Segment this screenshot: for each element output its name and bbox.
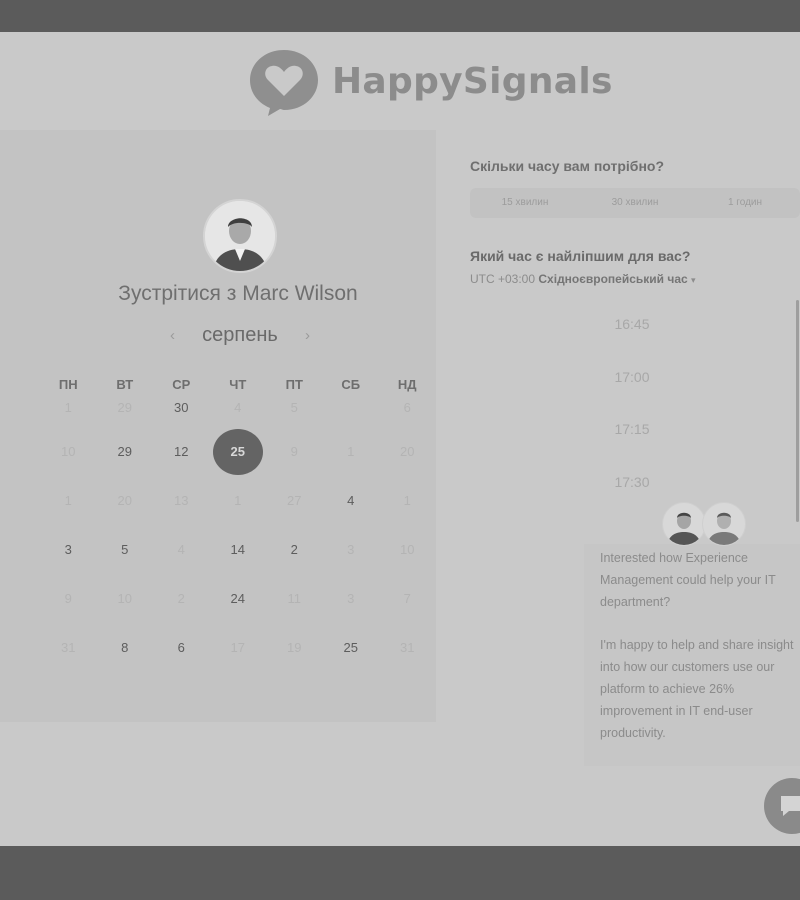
person-icon <box>707 512 741 545</box>
host-avatar <box>203 199 277 273</box>
calendar-day: 29 <box>117 400 132 415</box>
calendar-day <box>323 385 380 431</box>
time-slot[interactable]: 17:30 <box>560 462 704 502</box>
scrollbar[interactable] <box>796 300 799 522</box>
calendar-day: 1 <box>234 492 242 508</box>
calendar-day-selected[interactable]: 25 <box>210 428 267 475</box>
calendar-day[interactable]: 24 <box>210 576 267 622</box>
calendar-day: 1 <box>64 400 72 415</box>
calendar-week-row: 31 8 6 17 19 25 31 <box>40 623 436 672</box>
calendar-day[interactable]: 14 <box>210 527 267 573</box>
calendar-day: 20 <box>117 492 132 508</box>
person-icon <box>205 201 275 271</box>
calendar-day: 20 <box>400 443 415 459</box>
calendar-day: 2 <box>177 590 185 606</box>
chevron-down-icon: ▾ <box>691 275 696 285</box>
calendar-day: 5 <box>290 400 298 415</box>
calendar-day[interactable]: 12 <box>153 429 210 475</box>
calendar-day[interactable]: 8 <box>97 625 154 671</box>
person-icon <box>667 512 701 545</box>
prev-month-button[interactable]: ‹ <box>170 327 175 344</box>
calendar-day: 27 <box>287 492 302 508</box>
current-month: серпень <box>202 324 278 346</box>
calendar-day[interactable]: 6 <box>153 625 210 671</box>
calendar-day: 3 <box>347 541 355 557</box>
timezone-offset: UTC +03:00 <box>470 272 536 286</box>
duration-option-30[interactable]: 30 хвилин <box>580 188 690 218</box>
time-slot[interactable]: 17:00 <box>560 357 704 397</box>
calendar-day: 7 <box>403 590 411 606</box>
calendar-week-row: 1 29 30 4 5 6 <box>40 385 436 427</box>
calendar-day: 9 <box>290 443 298 459</box>
time-slot[interactable]: 16:45 <box>560 304 704 344</box>
calendar-day[interactable]: 2 <box>266 527 323 573</box>
chat-message: Interested how Experience Management cou… <box>600 548 800 766</box>
meeting-title: Зустрітися з Marc Wilson <box>118 282 358 305</box>
duration-option-60[interactable]: 1 годин <box>690 188 800 218</box>
calendar-week-row: 1 20 13 1 27 4 1 <box>40 476 436 525</box>
calendar-day: 17 <box>230 639 245 655</box>
calendar-day: 31 <box>400 639 415 655</box>
calendar-day[interactable]: 25 <box>323 625 380 671</box>
calendar-day: 4 <box>234 400 242 415</box>
timezone-name: Східноєвропейський час <box>538 272 688 286</box>
calendar-day: 10 <box>61 443 76 459</box>
calendar-week-row: 3 5 4 14 2 3 10 <box>40 525 436 574</box>
chat-launcher-button[interactable] <box>764 778 800 834</box>
calendar-day: 9 <box>64 590 72 606</box>
calendar-grid: 1 29 30 4 5 6 10 29 12 25 9 1 20 1 20 13 1 27 4 1 3 5 4 14 2 3 10 9… <box>40 385 436 672</box>
duration-question: Скільки часу вам потрібно? <box>470 158 665 174</box>
duration-selector: 15 хвилин 30 хвилин 1 годин <box>470 188 800 218</box>
timezone-selector[interactable]: UTC +03:00 Східноєвропейський час ▾ <box>470 272 696 286</box>
chat-message-intro: Interested how Experience Management cou… <box>600 551 776 609</box>
duration-option-15[interactable]: 15 хвилин <box>470 188 580 218</box>
calendar-day: 1 <box>64 492 72 508</box>
happysignals-logo: HappySignals <box>248 46 613 116</box>
calendar-day: 11 <box>287 590 302 606</box>
agent-avatar <box>662 502 706 546</box>
brand-name: HappySignals <box>332 60 613 102</box>
month-navigator: ‹ серпень › <box>170 324 310 347</box>
calendar-day: 31 <box>61 639 76 655</box>
chat-agent-avatars <box>660 502 748 546</box>
calendar-day[interactable]: 4 <box>323 478 380 524</box>
calendar-week-row: 9 10 2 24 11 3 7 <box>40 574 436 623</box>
calendar-day[interactable]: 30 <box>153 385 210 431</box>
chat-message-body: I'm happy to help and share insight into… <box>600 638 794 740</box>
calendar-day: 13 <box>174 492 189 508</box>
calendar-week-row: 10 29 12 25 9 1 20 <box>40 427 436 476</box>
calendar-day: 10 <box>117 590 132 606</box>
calendar-day[interactable]: 29 <box>97 429 154 475</box>
calendar-day: 4 <box>177 541 185 557</box>
time-question: Який час є найліпшим для вас? <box>470 248 691 264</box>
calendar-day: 1 <box>347 443 355 459</box>
calendar-day[interactable]: 5 <box>97 527 154 573</box>
calendar-day: 19 <box>287 639 302 655</box>
time-slot[interactable]: 17:15 <box>560 409 704 449</box>
calendar-day: 1 <box>403 492 411 508</box>
agent-avatar <box>702 502 746 546</box>
scheduler-page: HappySignals Зустрітися з Marc Wilson ‹ … <box>0 32 800 846</box>
calendar-day: 6 <box>403 400 411 415</box>
calendar-day: 10 <box>400 541 415 557</box>
calendar-day[interactable]: 3 <box>40 527 97 573</box>
calendar-day: 3 <box>347 590 355 606</box>
selected-day-label: 25 <box>212 428 263 475</box>
heart-bubble-icon <box>250 50 318 116</box>
chat-bubble-icon <box>781 796 800 816</box>
next-month-button[interactable]: › <box>305 327 310 344</box>
